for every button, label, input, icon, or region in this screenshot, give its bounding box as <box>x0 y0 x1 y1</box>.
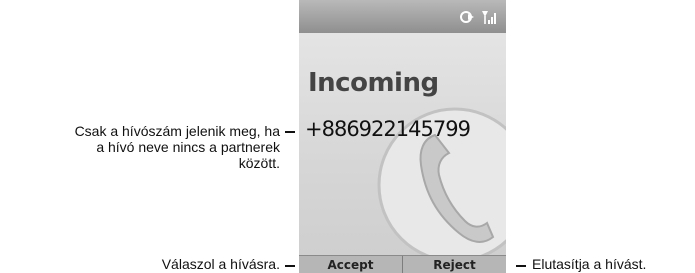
reject-button[interactable]: Reject <box>402 256 506 273</box>
annotation-line: a hívó neve nincs a partnerek <box>96 139 280 155</box>
status-icons <box>458 8 498 28</box>
reject-annotation-dash <box>516 265 526 267</box>
annotation-line: között. <box>238 155 280 171</box>
status-bar <box>299 0 506 33</box>
signal-strength-icon <box>482 11 496 24</box>
caller-number: +886922145799 <box>305 117 471 141</box>
signal-forward-icon <box>459 11 474 23</box>
incoming-call-screen: Incoming +886922145799 Accept Reject <box>299 0 506 273</box>
accept-button[interactable]: Accept <box>299 256 402 273</box>
softkey-bar: Accept Reject <box>299 255 506 273</box>
reject-annotation: Elutasítja a hívást. <box>532 256 647 272</box>
accept-annotation-dash <box>285 265 295 267</box>
call-status-title: Incoming <box>308 68 439 98</box>
caller-number-annotation: Csak a hívószám jelenik meg, ha a hívó n… <box>0 123 280 171</box>
call-content: Incoming +886922145799 <box>299 33 506 255</box>
accept-annotation: Válaszol a hívásra. <box>161 256 280 272</box>
caller-annotation-dash <box>285 131 295 133</box>
annotation-line: Csak a hívószám jelenik meg, ha <box>74 123 280 139</box>
